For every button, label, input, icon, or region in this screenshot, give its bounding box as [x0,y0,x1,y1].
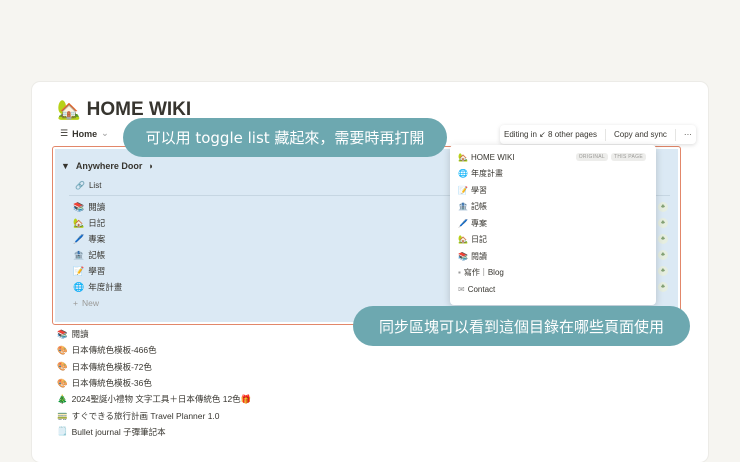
link-icon: 🔗 [75,181,85,190]
plus-icon: + [73,298,78,308]
page-link-label: Bullet journal 子彈筆記本 [71,426,166,437]
christmas-tree-icon: 🎄 [57,393,68,404]
popup-item[interactable]: 📚 閱讀 [450,248,656,265]
bank-icon: 🏦 [458,202,468,212]
book-icon: 📚 [57,328,68,339]
popup-item[interactable]: 🌐 年度計畫 [450,166,656,183]
popup-item[interactable]: 🖊️ 專案 [450,215,656,232]
more-button[interactable]: ··· [684,130,692,139]
tree-icon: ♣ [658,218,668,228]
page-link[interactable]: 🎨 日本傳統色模板-72色 [57,359,251,375]
list-item[interactable]: 🌐 年度計畫 [73,279,122,295]
page-icon: ▪ [458,268,461,278]
item-label: 閱讀 [88,202,106,212]
page-link[interactable]: 🎨 日本傳統色模板-36色 [57,375,251,391]
globe-icon: 🌐 [458,169,468,179]
palette-icon: 🎨 [57,344,68,355]
original-badge: ORIGINAL [575,153,608,162]
item-label: 學習 [470,185,487,195]
item-label: 記帳 [470,202,487,212]
toggle-anywhere-door[interactable]: ▼ Anywhere Door ◗ [61,161,154,171]
new-item-button[interactable]: + New [73,295,122,311]
notepad-icon: 🗒️ [57,426,68,437]
page-link-label: 日本傳統色模板-466色 [71,345,157,356]
house-icon: 🏡 [73,217,85,228]
editing-in-dropdown[interactable]: Editing in ↙ 8 other pages [504,130,597,139]
item-label: HOME WIKI [470,152,515,162]
house-icon: 🏡 [57,100,81,121]
list-item[interactable]: 🖊️ 專案 [73,231,122,247]
list-view-tab[interactable]: 🔗 List [75,181,101,190]
new-label: New [81,298,99,308]
item-label: 日記 [88,218,106,228]
popup-item[interactable]: 🏡 HOME WIKI ORIGINAL THIS PAGE [450,149,656,166]
list-item[interactable]: 🏡 日記 [73,215,122,231]
synced-pages-popup: 🏡 HOME WIKI ORIGINAL THIS PAGE 🌐 年度計畫 📝 學習 🏦 記… [450,145,656,305]
popup-item[interactable]: 📝 學習 [450,182,656,199]
item-label: 日記 [470,235,487,245]
list-item[interactable]: 📝 學習 [73,263,122,279]
page-link[interactable]: 🎄 2024聖誕小禮物 文字工具＋日本傳統色 12色🎁 [57,391,251,407]
callout-toggle-tip: 可以用 toggle list 藏起來，需要時再打開 [123,118,447,157]
memo-icon: 📝 [458,185,468,195]
popup-item[interactable]: ✉ Contact [450,281,656,298]
memo-icon: 📝 [73,265,85,276]
globe-icon: 🌐 [73,281,85,292]
popup-item[interactable]: 🏡 日記 [450,232,656,249]
house-icon: 🏡 [458,152,468,162]
list-label: List [88,181,102,190]
triangle-down-icon: ▼ [61,161,70,171]
item-label: 記帳 [88,250,106,260]
divider [604,128,606,141]
page-list: 📚 閱讀 🎨 日本傳統色模板-466色 🎨 日本傳統色模板-72色 🎨 日本傳統色模板-… [57,326,251,440]
page-link-label: 閱讀 [71,329,89,340]
page-link[interactable]: 📚 閱讀 [57,326,251,342]
palette-icon: 🎨 [57,361,68,372]
home-tab-label: Home [72,128,98,139]
this-page-badge: THIS PAGE [610,153,646,162]
tree-icon: ♣ [658,266,668,276]
chevron-down-icon: ⌄ [101,128,109,138]
page-link-label: 2024聖誕小禮物 文字工具＋日本傳統色 12色🎁 [71,394,252,405]
callout-synced-tip: 同步區塊可以看到這個目錄在哪些頁面使用 [353,306,690,346]
page-link-label: すぐできる旅行計画 Travel Planner 1.0 [71,410,220,421]
synced-block-toolbar: Editing in ↙ 8 other pages Copy and sync… [500,125,696,144]
bank-icon: 🏦 [73,249,85,260]
home-tab[interactable]: ☰ Home ⌄ [60,128,109,139]
item-label: 學習 [88,266,106,276]
house-icon: 🏡 [458,235,468,245]
book-icon: 📚 [458,251,468,261]
book-icon: 📚 [73,201,85,212]
page-link-label: 日本傳統色模板-72色 [71,361,152,372]
item-label: 寫作｜Blog [463,268,504,278]
popup-item[interactable]: 🏦 記帳 [450,199,656,216]
envelope-icon: ✉ [458,284,465,294]
tree-icon: ♣ [658,234,668,244]
item-label: 年度計畫 [470,169,503,179]
page-link[interactable]: 🎨 日本傳統色模板-466色 [57,342,251,358]
item-label: Contact [467,284,496,294]
item-label: 專案 [470,218,487,228]
copy-and-sync-button[interactable]: Copy and sync [614,130,667,139]
page-link-label: 日本傳統色模板-36色 [71,378,152,389]
pen-icon: 🖊️ [458,218,468,228]
train-icon: 🚃 [57,410,68,421]
list-item[interactable]: 🏦 記帳 [73,247,122,263]
toggle-label: Anywhere Door [75,161,143,171]
page-link[interactable]: 🚃 すぐできる旅行計画 Travel Planner 1.0 [57,407,251,423]
item-label: 年度計畫 [88,282,123,292]
list-item[interactable]: 📚 閱讀 [73,199,122,215]
tree-icon: ♣ [658,250,668,260]
palette-icon: 🎨 [57,377,68,388]
tree-icon: ♣ [658,282,668,292]
caret-right-icon: ◗ [148,161,154,171]
item-label: 專案 [88,234,106,244]
item-label: 閱讀 [470,251,487,261]
list-icon: ☰ [60,128,69,138]
tree-icon: ♣ [658,202,668,212]
popup-item[interactable]: ▪ 寫作｜Blog [450,265,656,282]
divider [674,128,676,141]
page-link[interactable]: 🗒️ Bullet journal 子彈筆記本 [57,424,251,440]
pen-icon: 🖊️ [73,233,85,244]
